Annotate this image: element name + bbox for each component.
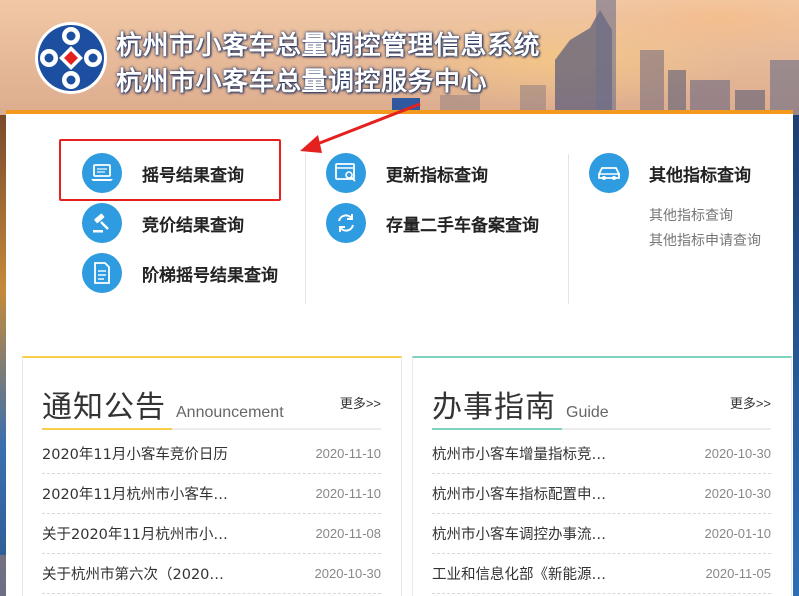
browser-search-icon	[326, 153, 366, 193]
item-title: 关于杭州市第六次（2020…	[42, 567, 224, 583]
item-date: 2020-11-10	[315, 446, 381, 461]
other-quota-link[interactable]: 其他指标查询	[649, 205, 733, 225]
item-date: 2020-10-30	[704, 486, 772, 501]
item-date: 2020-10-30	[314, 566, 382, 581]
query-label: 阶梯摇号结果查询	[142, 265, 278, 286]
card-subtitle: Guide	[566, 404, 609, 421]
hangzhou-logo-icon	[35, 22, 107, 94]
title-line-2: 杭州市小客车总量调控服务中心	[116, 67, 488, 97]
card-title: 办事指南	[432, 390, 556, 425]
other-quota-application-link[interactable]: 其他指标申请查询	[649, 230, 761, 250]
guide-list: 杭州市小客车增量指标竞… 2020-10-30 杭州市小客车指标配置申… 2020-…	[432, 434, 771, 594]
card-divider	[432, 428, 771, 430]
query-tiered-lottery-result[interactable]: 阶梯摇号结果查询	[82, 251, 278, 295]
highlight-box	[59, 139, 281, 201]
item-title: 杭州市小客车增量指标竞…	[432, 447, 606, 463]
item-date: 2020-11-10	[315, 486, 381, 501]
item-date: 2020-01-10	[704, 526, 772, 541]
list-item[interactable]: 2020年11月小客车竞价日历 2020-11-10	[42, 434, 381, 474]
title-line-1: 杭州市小客车总量调控管理信息系统	[116, 31, 541, 61]
list-item[interactable]: 杭州市小客车指标配置申… 2020-10-30	[432, 474, 771, 514]
item-title: 关于2020年11月杭州市小…	[42, 527, 228, 543]
item-date: 2020-11-05	[705, 566, 771, 581]
query-label: 其他指标查询	[649, 165, 751, 186]
more-link[interactable]: 更多>>	[340, 393, 381, 412]
document-icon	[82, 253, 122, 293]
query-label: 竞价结果查询	[142, 215, 244, 236]
column-divider	[568, 154, 569, 304]
query-other-quota[interactable]: 其他指标查询	[589, 151, 751, 195]
query-label: 存量二手车备案查询	[386, 215, 539, 236]
more-link[interactable]: 更多>>	[730, 393, 771, 412]
item-title: 2020年11月小客车竞价日历	[42, 447, 228, 463]
gavel-icon	[82, 203, 122, 243]
item-title: 工业和信息化部《新能源…	[432, 567, 606, 583]
card-divider	[42, 428, 381, 430]
query-label: 更新指标查询	[386, 165, 488, 186]
item-date: 2020-11-08	[315, 526, 381, 541]
list-item[interactable]: 关于杭州市第六次（2020… 2020-10-30	[42, 554, 381, 594]
column-divider	[305, 154, 306, 304]
card-header: 通知公告 Announcement	[42, 382, 284, 426]
query-used-car-filing[interactable]: 存量二手车备案查询	[326, 201, 539, 245]
card-header: 办事指南 Guide	[432, 382, 609, 426]
list-item[interactable]: 工业和信息化部《新能源… 2020-11-05	[432, 554, 771, 594]
list-item[interactable]: 2020年11月杭州市小客车… 2020-11-10	[42, 474, 381, 514]
item-title: 杭州市小客车调控办事流…	[432, 527, 606, 543]
list-item[interactable]: 关于2020年11月杭州市小… 2020-11-08	[42, 514, 381, 554]
site-title: 杭州市小客车总量调控管理信息系统 杭州市小客车总量调控服务中心	[116, 28, 540, 100]
item-date: 2020-10-30	[704, 446, 772, 461]
card-subtitle: Announcement	[176, 404, 284, 421]
main-panel: 摇号结果查询 竞价结果查询 阶梯摇号结果查询 更新指标查询 存量二手车备案查询 …	[6, 110, 793, 596]
list-item[interactable]: 杭州市小客车调控办事流… 2020-01-10	[432, 514, 771, 554]
item-title: 杭州市小客车指标配置申…	[432, 487, 606, 503]
notice-card: 通知公告 Announcement 更多>> 2020年11月小客车竞价日历 20…	[22, 356, 402, 596]
query-renewal-quota[interactable]: 更新指标查询	[326, 151, 488, 195]
query-bidding-result[interactable]: 竞价结果查询	[82, 201, 244, 245]
refresh-icon	[326, 203, 366, 243]
item-title: 2020年11月杭州市小客车…	[42, 487, 228, 503]
guide-card: 办事指南 Guide 更多>> 杭州市小客车增量指标竞… 2020-10-30 杭…	[412, 356, 792, 596]
list-item[interactable]: 杭州市小客车增量指标竞… 2020-10-30	[432, 434, 771, 474]
notice-list: 2020年11月小客车竞价日历 2020-11-10 2020年11月杭州市小客车…	[42, 434, 381, 594]
car-icon	[589, 153, 629, 193]
card-title: 通知公告	[42, 390, 166, 425]
